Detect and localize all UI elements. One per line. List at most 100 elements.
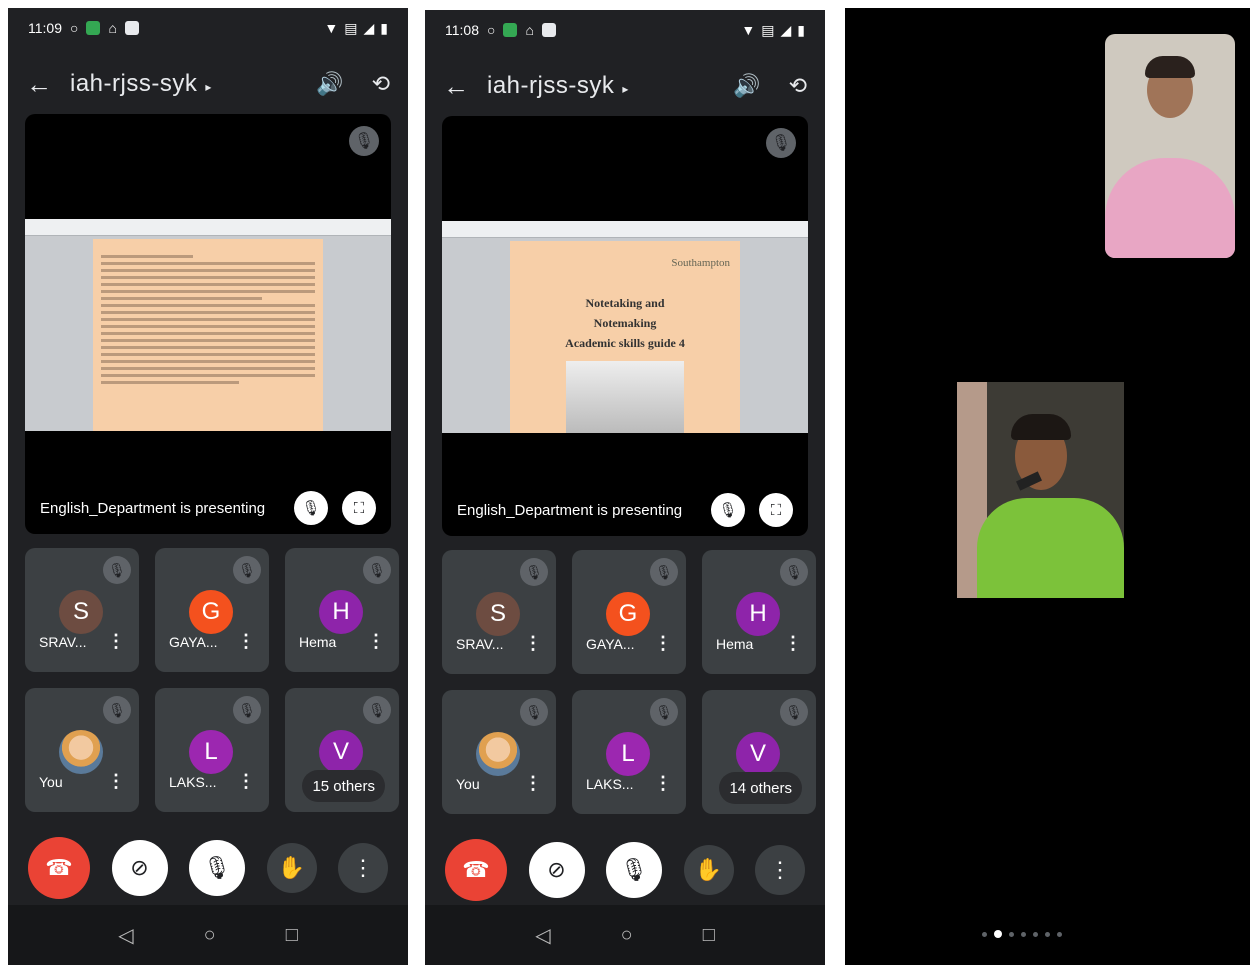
- avatar: S: [476, 592, 520, 636]
- page-dot[interactable]: [982, 931, 987, 937]
- slide-title-line: Notetaking and: [585, 296, 665, 310]
- call-controls: ☎ ⊘ 🎙 ✋ ⋮: [28, 836, 388, 900]
- more-options-icon[interactable]: ⋮: [107, 771, 125, 792]
- mic-toggle-button[interactable]: 🎙: [606, 842, 662, 898]
- avatar: G: [606, 592, 650, 636]
- more-options-icon[interactable]: ⋮: [524, 633, 542, 654]
- participant-tile[interactable]: 🎙 H Hema ⋮: [702, 550, 816, 674]
- status-bar: 11:08 ○ ⌂ ▼ ▤ ◢ ▮: [425, 10, 825, 50]
- notification-icon: ⌂: [525, 22, 534, 38]
- more-options-icon[interactable]: ⋮: [784, 633, 802, 654]
- more-options-icon[interactable]: ⋮: [654, 633, 672, 654]
- participant-tile[interactable]: 🎙 H Hema ⋮: [285, 548, 399, 672]
- avatar: H: [736, 592, 780, 636]
- speaker-icon[interactable]: 🔊: [316, 71, 343, 97]
- participant-tile[interactable]: 🎙 G GAYA... ⋮: [572, 550, 686, 674]
- page-dot[interactable]: [1009, 931, 1014, 937]
- camera-toggle-button[interactable]: ⊘: [111, 840, 168, 896]
- browser-toolbar: [25, 219, 391, 236]
- message-icon: [124, 21, 139, 35]
- mic-off-icon: 🎙: [301, 500, 321, 517]
- more-options-icon[interactable]: ⋮: [654, 773, 672, 794]
- page-dot[interactable]: [1033, 931, 1038, 937]
- more-options-icon[interactable]: ⋮: [524, 773, 542, 794]
- meeting-code[interactable]: iah-rjss-syk ▸: [487, 72, 629, 100]
- switch-camera-icon[interactable]: ⟲: [372, 71, 390, 97]
- nav-back-icon[interactable]: ◁: [118, 923, 133, 948]
- back-arrow-icon[interactable]: ←: [425, 71, 487, 102]
- more-options-icon[interactable]: ⋮: [367, 631, 385, 652]
- more-options-button[interactable]: ⋮: [338, 843, 388, 893]
- wifi-icon: ▼: [741, 22, 756, 38]
- raise-hand-button[interactable]: ✋: [266, 843, 317, 893]
- page-dot[interactable]: [1021, 931, 1026, 937]
- mute-presentation-button[interactable]: 🎙: [294, 491, 328, 525]
- speaker-icon[interactable]: 🔊: [733, 73, 760, 99]
- presentation-stage[interactable]: 🎙 Southampton Notetaking and Notemaking …: [442, 116, 808, 536]
- self-view-video[interactable]: [1105, 34, 1235, 258]
- mic-off-icon: 🎙: [363, 696, 391, 724]
- mic-off-icon: 🎙: [620, 857, 648, 882]
- phone-screen-2: 11:08 ○ ⌂ ▼ ▤ ◢ ▮ ← iah-rjss-syk ▸ 🔊 ⟲ 🎙 …: [425, 10, 825, 965]
- participant-tile[interactable]: 🎙 You ⋮: [25, 688, 139, 812]
- page-dot[interactable]: [1057, 931, 1062, 937]
- system-navigation-bar: ◁ ○ □: [8, 905, 408, 965]
- end-call-button[interactable]: ☎: [28, 837, 90, 899]
- raise-hand-button[interactable]: ✋: [683, 845, 734, 895]
- camera-off-icon: ⊘: [130, 855, 149, 880]
- others-button[interactable]: 14 others: [719, 772, 802, 804]
- participant-tile[interactable]: 🎙 L LAKS... ⋮: [155, 688, 269, 812]
- nav-home-icon[interactable]: ○: [621, 924, 633, 947]
- books-image: [566, 361, 684, 433]
- participant-name: SRAV...: [456, 636, 504, 652]
- status-time: 11:09: [28, 20, 62, 36]
- end-call-button[interactable]: ☎: [445, 839, 507, 901]
- nav-back-icon[interactable]: ◁: [535, 923, 550, 948]
- participant-tile[interactable]: 🎙 S SRAV... ⋮: [25, 548, 139, 672]
- nav-recent-icon[interactable]: □: [286, 924, 298, 947]
- caret-right-icon: ▸: [205, 80, 212, 94]
- mic-off-icon: 🎙: [780, 558, 808, 586]
- meeting-header: ← iah-rjss-syk ▸ 🔊 ⟲: [425, 58, 825, 114]
- end-call-icon: ☎: [462, 857, 490, 882]
- fullscreen-button[interactable]: ⛶: [759, 493, 793, 527]
- meeting-code[interactable]: iah-rjss-syk ▸: [70, 70, 212, 98]
- avatar: V: [319, 730, 363, 774]
- mic-off-icon: 🎙: [103, 696, 131, 724]
- presenting-bar: English_Department is presenting 🎙 ⛶: [40, 491, 376, 525]
- more-options-icon[interactable]: ⋮: [237, 631, 255, 652]
- message-icon: [541, 23, 556, 37]
- mute-presentation-button[interactable]: 🎙: [711, 493, 745, 527]
- participant-tile[interactable]: 🎙 You ⋮: [442, 690, 556, 814]
- phone-screen-1: 11:09 ○ ⌂ ▼ ▤ ◢ ▮ ← iah-rjss-syk ▸ 🔊 ⟲ 🎙: [8, 8, 408, 965]
- others-button[interactable]: 15 others: [302, 770, 385, 802]
- more-options-button[interactable]: ⋮: [755, 845, 805, 895]
- camera-toggle-button[interactable]: ⊘: [528, 842, 585, 898]
- speaker-video[interactable]: [957, 382, 1124, 598]
- mic-off-icon: 🎙: [103, 556, 131, 584]
- nav-home-icon[interactable]: ○: [204, 924, 216, 947]
- sync-icon: ○: [487, 22, 496, 38]
- wifi-icon: ▼: [324, 20, 339, 36]
- participant-tile[interactable]: 🎙 S SRAV... ⋮: [442, 550, 556, 674]
- participant-tile[interactable]: 🎙 L LAKS... ⋮: [572, 690, 686, 814]
- switch-camera-icon[interactable]: ⟲: [789, 73, 807, 99]
- avatar: L: [606, 732, 650, 776]
- mic-toggle-button[interactable]: 🎙: [189, 840, 245, 896]
- status-time: 11:08: [445, 22, 479, 38]
- nav-recent-icon[interactable]: □: [703, 924, 715, 947]
- more-options-icon[interactable]: ⋮: [107, 631, 125, 652]
- participant-tile[interactable]: 🎙 V 15 others: [285, 688, 399, 812]
- participant-tile[interactable]: 🎙 V 14 others: [702, 690, 816, 814]
- more-options-icon: ⋮: [352, 855, 374, 880]
- fullscreen-button[interactable]: ⛶: [342, 491, 376, 525]
- page-dot-active[interactable]: [994, 930, 1002, 938]
- avatar: [59, 730, 103, 774]
- presentation-stage[interactable]: 🎙 English_Department is presenting 🎙 ⛶: [25, 114, 391, 534]
- back-arrow-icon[interactable]: ←: [8, 69, 70, 100]
- participant-tile[interactable]: 🎙 G GAYA... ⋮: [155, 548, 269, 672]
- page-dot[interactable]: [1045, 931, 1050, 937]
- more-options-icon[interactable]: ⋮: [237, 771, 255, 792]
- meeting-header: ← iah-rjss-syk ▸ 🔊 ⟲: [8, 56, 408, 112]
- call-controls: ☎ ⊘ 🎙 ✋ ⋮: [445, 838, 805, 902]
